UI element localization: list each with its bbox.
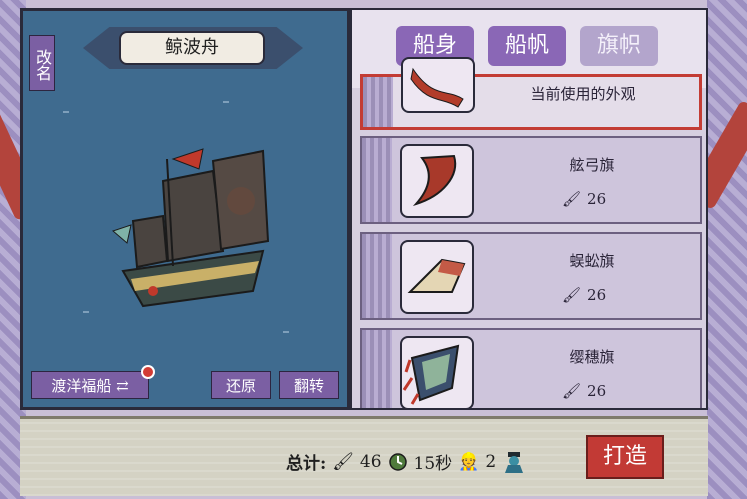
water-ripple bbox=[63, 111, 69, 113]
reset-button[interactable]: 还原 bbox=[211, 371, 271, 399]
brush-total: 46 bbox=[359, 451, 382, 472]
flip-button[interactable]: 翻转 bbox=[279, 371, 339, 399]
flag-cost: 🖌 26 bbox=[562, 382, 606, 400]
flag-cost: 🖌 26 bbox=[562, 190, 606, 208]
worker-count: 2 bbox=[485, 451, 497, 472]
flag-thumbnail bbox=[401, 57, 475, 113]
water-ripple bbox=[83, 311, 89, 313]
flag-title: 舷弓旗 bbox=[569, 156, 615, 174]
right-border-pattern bbox=[707, 0, 747, 499]
ink-brush-icon: 🖌 bbox=[332, 451, 354, 472]
total-label: 总计: bbox=[286, 454, 327, 474]
card-stripe bbox=[363, 77, 393, 127]
flag-title: 缨穗旗 bbox=[569, 348, 615, 366]
customization-panel: 船身 船帆 旗帜 当前使用的外观 舷弓旗 🖌 26 蜈蚣旗 🖌 26 缨穗旗 🖌… bbox=[350, 8, 708, 410]
flag-title: 蜈蚣旗 bbox=[569, 252, 615, 270]
rename-button[interactable]: 改名 bbox=[29, 35, 55, 91]
cost-value: 26 bbox=[587, 190, 607, 208]
flag-thumbnail bbox=[400, 336, 474, 408]
flag-icon bbox=[410, 67, 464, 108]
ship-model[interactable] bbox=[103, 141, 283, 321]
flag-icon bbox=[407, 258, 466, 293]
ink-brush-icon: 🖌 bbox=[562, 382, 582, 400]
card-stripe bbox=[362, 234, 392, 318]
list-item-current[interactable]: 当前使用的外观 bbox=[360, 57, 702, 130]
official-avatar-icon bbox=[505, 451, 524, 473]
tab-sails[interactable]: 船帆 bbox=[488, 26, 566, 66]
list-item[interactable]: 蜈蚣旗 🖌 26 bbox=[360, 232, 702, 320]
time-total: 15秒 bbox=[413, 454, 453, 474]
cost-value: 26 bbox=[587, 286, 607, 304]
flag-thumbnail bbox=[400, 144, 474, 218]
ship-type-switch-button[interactable]: 渡洋福船 ⇄ bbox=[31, 371, 149, 399]
timer-icon bbox=[388, 452, 407, 471]
flag-title: 当前使用的外观 bbox=[530, 85, 636, 103]
flag-thumbnail bbox=[400, 240, 474, 314]
card-stripe bbox=[362, 330, 392, 408]
list-item[interactable]: 缨穗旗 🖌 26 bbox=[360, 328, 702, 408]
notification-dot bbox=[141, 365, 155, 379]
list-item[interactable]: 舷弓旗 🖌 26 bbox=[360, 136, 702, 224]
ink-brush-icon: 🖌 bbox=[562, 190, 582, 208]
cost-summary: 总计: 🖌 46 15秒 👷 2 bbox=[286, 449, 526, 474]
ship-type-label: 渡洋福船 bbox=[51, 377, 112, 395]
tab-flags[interactable]: 旗帜 bbox=[580, 26, 658, 66]
worker-icon: 👷 bbox=[458, 451, 480, 472]
footer-bar: 总计: 🖌 46 15秒 👷 2 打造 bbox=[20, 416, 708, 496]
ship-preview-panel: 改名 鲸波舟 渡洋福船 ⇄ 还原 翻转 bbox=[20, 8, 350, 410]
card-stripe bbox=[362, 138, 392, 222]
ship-name-plate: 鲸波舟 bbox=[119, 31, 265, 65]
flag-icon bbox=[412, 154, 457, 207]
build-button[interactable]: 打造 bbox=[586, 435, 664, 479]
cost-value: 26 bbox=[587, 382, 607, 400]
water-ripple bbox=[283, 331, 289, 333]
swap-arrows-icon: ⇄ bbox=[116, 377, 129, 395]
flag-icon bbox=[402, 344, 460, 405]
ink-brush-icon: 🖌 bbox=[562, 286, 582, 304]
water-ripple bbox=[223, 101, 229, 103]
flag-cost: 🖌 26 bbox=[562, 286, 606, 304]
